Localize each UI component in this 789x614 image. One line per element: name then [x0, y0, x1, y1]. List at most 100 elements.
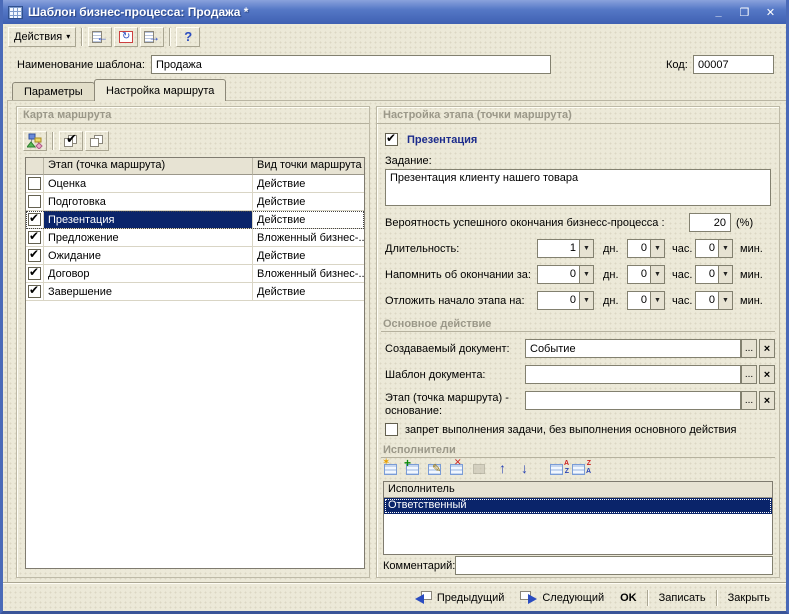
reread-button[interactable]: ← [88, 27, 112, 47]
table-row[interactable]: Предложение Вложенный бизнес-... [26, 229, 364, 247]
go-forward-button[interactable]: → [140, 27, 164, 47]
set-marks-button[interactable]: ✔ [59, 131, 83, 151]
stage-cell[interactable]: Договор [44, 265, 253, 283]
window-title: Шаблон бизнес-процесса: Продажа * [28, 5, 703, 19]
dropdown-arrow-icon: ▼ [579, 291, 594, 310]
document-template-select-button[interactable]: ... [741, 365, 757, 384]
stage-cell[interactable]: Презентация [44, 211, 253, 229]
tab-parametry[interactable]: Параметры [12, 82, 95, 100]
previous-button[interactable]: Предыдущий [407, 588, 512, 607]
probability-label: Вероятность успешного окончания бизнесс-… [385, 217, 665, 229]
actions-label: Действия [14, 31, 62, 43]
tab-nastroyka-marshruta[interactable]: Настройка маршрута [94, 79, 226, 101]
ok-button[interactable]: OK [612, 589, 645, 607]
move-down-button[interactable]: ↓ [521, 461, 541, 478]
kind-cell[interactable]: Вложенный бизнес-... [253, 265, 364, 283]
postpone-label: Отложить начало этапа на: [385, 295, 525, 307]
dropdown-arrow-icon: ▼ [579, 265, 594, 284]
write-button[interactable]: Записать [651, 589, 714, 607]
kind-cell[interactable]: Действие [253, 175, 364, 193]
postpone-minutes-spin[interactable]: 0▼ [695, 291, 733, 310]
created-document-select-button[interactable]: ... [741, 339, 757, 358]
unit-hours: час. [672, 243, 692, 255]
table-row[interactable]: Завершение Действие [26, 283, 364, 301]
remind-label: Напомнить об окончании за: [385, 269, 531, 281]
duration-hours-spin[interactable]: 0▼ [627, 239, 665, 258]
kind-cell[interactable]: Действие [253, 211, 364, 229]
dropdown-arrow-icon: ▼ [718, 265, 733, 284]
base-stage-select-button[interactable]: ... [741, 391, 757, 410]
header-checkbox-column [26, 158, 44, 175]
stage-enabled-checkbox[interactable] [385, 133, 398, 146]
table-row[interactable]: Оценка Действие [26, 175, 364, 193]
base-stage-clear-button[interactable]: × [759, 391, 775, 410]
add-executor-button[interactable]: ✶ [383, 461, 403, 478]
duration-minutes-spin[interactable]: 0▼ [695, 239, 733, 258]
unit-minutes: мин. [740, 243, 763, 255]
row-checkbox[interactable] [28, 213, 41, 226]
stage-cell[interactable]: Ожидание [44, 247, 253, 265]
row-checkbox[interactable] [28, 249, 41, 262]
edit-executor-button[interactable]: ✎ [427, 461, 447, 478]
table-row[interactable]: Договор Вложенный бизнес-... [26, 265, 364, 283]
postpone-hours-spin[interactable]: 0▼ [627, 291, 665, 310]
add-copy-executor-button[interactable]: + [405, 461, 425, 478]
sort-descending-button[interactable]: ZA [571, 461, 591, 478]
document-template-clear-button[interactable]: × [759, 365, 775, 384]
dropdown-arrow-icon: ▼ [718, 291, 733, 310]
table-row[interactable]: Презентация Действие [26, 211, 364, 229]
code-input[interactable] [693, 55, 774, 74]
close-button[interactable]: ✕ [760, 4, 781, 21]
stage-cell[interactable]: Завершение [44, 283, 253, 301]
comment-input[interactable] [455, 556, 773, 575]
created-document-clear-button[interactable]: × [759, 339, 775, 358]
row-checkbox[interactable] [28, 177, 41, 190]
route-graph-button[interactable] [23, 131, 47, 151]
kind-cell[interactable]: Действие [253, 283, 364, 301]
clear-marks-button[interactable] [85, 131, 109, 151]
delete-executor-button[interactable]: ✕ [449, 461, 469, 478]
remind-hours-spin[interactable]: 0▼ [627, 265, 665, 284]
list-item[interactable]: Ответственный [384, 498, 772, 514]
template-name-input[interactable] [151, 55, 551, 74]
document-template-input[interactable] [525, 365, 741, 384]
duration-days-spin[interactable]: 1▼ [537, 239, 594, 258]
help-button[interactable]: ? [176, 27, 200, 47]
row-checkbox[interactable] [28, 195, 41, 208]
remind-days-spin[interactable]: 0▼ [537, 265, 594, 284]
probability-input[interactable] [689, 213, 731, 232]
close-form-button[interactable]: Закрыть [720, 589, 778, 607]
route-map-group: Карта маршрута [16, 106, 370, 578]
executors-list[interactable]: Исполнитель Ответственный [383, 481, 773, 555]
forbid-task-checkbox[interactable] [385, 423, 398, 436]
row-checkbox[interactable] [28, 267, 41, 280]
title-bar: Шаблон бизнес-процесса: Продажа * _ ❐ ✕ [3, 0, 786, 24]
unit-minutes: мин. [740, 295, 763, 307]
table-row[interactable]: Ожидание Действие [26, 247, 364, 265]
move-up-button[interactable]: ↑ [499, 461, 519, 478]
row-checkbox[interactable] [28, 231, 41, 244]
stage-cell[interactable]: Оценка [44, 175, 253, 193]
kind-cell[interactable]: Вложенный бизнес-... [253, 229, 364, 247]
kind-cell[interactable]: Действие [253, 193, 364, 211]
postpone-days-spin[interactable]: 0▼ [537, 291, 594, 310]
actions-menu-button[interactable]: Действия ▾ [8, 27, 76, 47]
stage-cell[interactable]: Предложение [44, 229, 253, 247]
finish-edit-button[interactable] [471, 461, 491, 478]
created-document-input[interactable] [525, 339, 741, 358]
next-button[interactable]: Следующий [512, 588, 612, 607]
kind-cell[interactable]: Действие [253, 247, 364, 265]
minimize-button[interactable]: _ [708, 4, 729, 21]
task-textarea[interactable]: Презентация клиенту нашего товара [385, 169, 771, 206]
unit-days: дн. [603, 295, 619, 307]
route-stages-table[interactable]: Этап (точка маршрута) Вид точки маршрута… [25, 157, 365, 569]
row-checkbox[interactable] [28, 285, 41, 298]
stage-cell[interactable]: Подготовка [44, 193, 253, 211]
maximize-button[interactable]: ❐ [734, 4, 755, 21]
remind-minutes-spin[interactable]: 0▼ [695, 265, 733, 284]
copy-icon: + [404, 456, 411, 470]
table-row[interactable]: Подготовка Действие [26, 193, 364, 211]
sort-ascending-button[interactable]: AZ [549, 461, 569, 478]
base-stage-input[interactable] [525, 391, 741, 410]
refresh-button[interactable]: ↻ [114, 27, 138, 47]
